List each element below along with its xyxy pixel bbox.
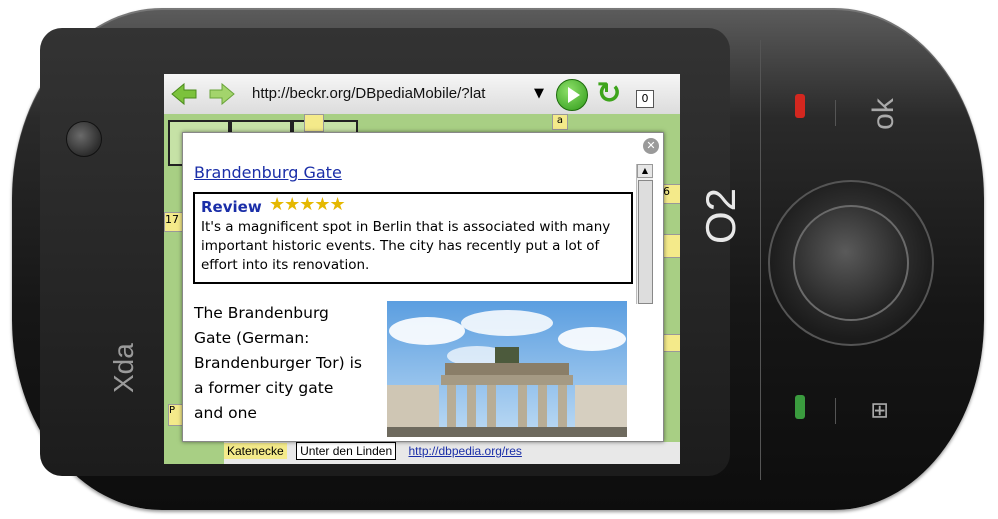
- go-play-icon[interactable]: [556, 79, 588, 111]
- end-call-key-icon[interactable]: [795, 94, 805, 118]
- map-bottom-bar: Katenecke Unter den Linden http://dbpedi…: [224, 442, 680, 464]
- url-field[interactable]: http://beckr.org/DBpediaMobile/?lat: [252, 84, 550, 104]
- scroll-thumb[interactable]: [638, 180, 653, 304]
- ok-key[interactable]: ok: [867, 98, 901, 130]
- map-bottom-link[interactable]: http://dbpedia.org/res: [405, 443, 524, 459]
- place-title-link[interactable]: Brandenburg Gate: [194, 163, 342, 182]
- map-marker: [662, 334, 680, 352]
- review-box: Review ★★★★★ It's a magnificent spot in …: [193, 192, 633, 284]
- scroll-up-icon[interactable]: ▲: [637, 164, 653, 178]
- map-label: 17: [164, 212, 184, 232]
- dpad-center-button[interactable]: [793, 205, 909, 321]
- close-icon[interactable]: ✕: [643, 138, 659, 154]
- tab-count-badge[interactable]: 0: [636, 90, 654, 108]
- call-key-icon[interactable]: [795, 395, 805, 419]
- windows-key-icon[interactable]: ⊞: [868, 401, 893, 419]
- review-text: It's a magnificent spot in Berlin that i…: [201, 219, 611, 273]
- map-label: 6: [662, 184, 680, 204]
- brand-o2-logo: O2: [697, 187, 744, 244]
- camera-lens: [66, 121, 102, 157]
- keypad-divider: [760, 40, 761, 480]
- map-marker: [662, 234, 680, 258]
- place-description: The Brandenburg Gate (German: Brandenbur…: [194, 304, 363, 422]
- key-separator-top: [835, 100, 836, 126]
- rating-stars: ★★★★★: [269, 194, 346, 215]
- review-label: Review: [201, 198, 262, 216]
- key-separator-bottom: [835, 398, 836, 424]
- map-marker: [304, 114, 324, 132]
- popup-scrollbar[interactable]: ▲: [636, 164, 653, 304]
- back-arrow-icon[interactable]: [170, 82, 198, 106]
- brandenburg-gate-photo: [387, 301, 627, 437]
- brand-xda-label: Xda: [108, 343, 139, 393]
- forward-arrow-icon[interactable]: [208, 82, 236, 106]
- refresh-icon[interactable]: ↻: [594, 79, 624, 109]
- map-bottom-item[interactable]: Katenecke: [224, 443, 287, 459]
- map-bottom-item[interactable]: Unter den Linden: [296, 442, 397, 460]
- map-label: a: [552, 114, 568, 130]
- url-dropdown-icon[interactable]: ▼: [534, 86, 544, 101]
- browser-toolbar: http://beckr.org/DBpediaMobile/?lat ▼ ↻ …: [164, 74, 680, 115]
